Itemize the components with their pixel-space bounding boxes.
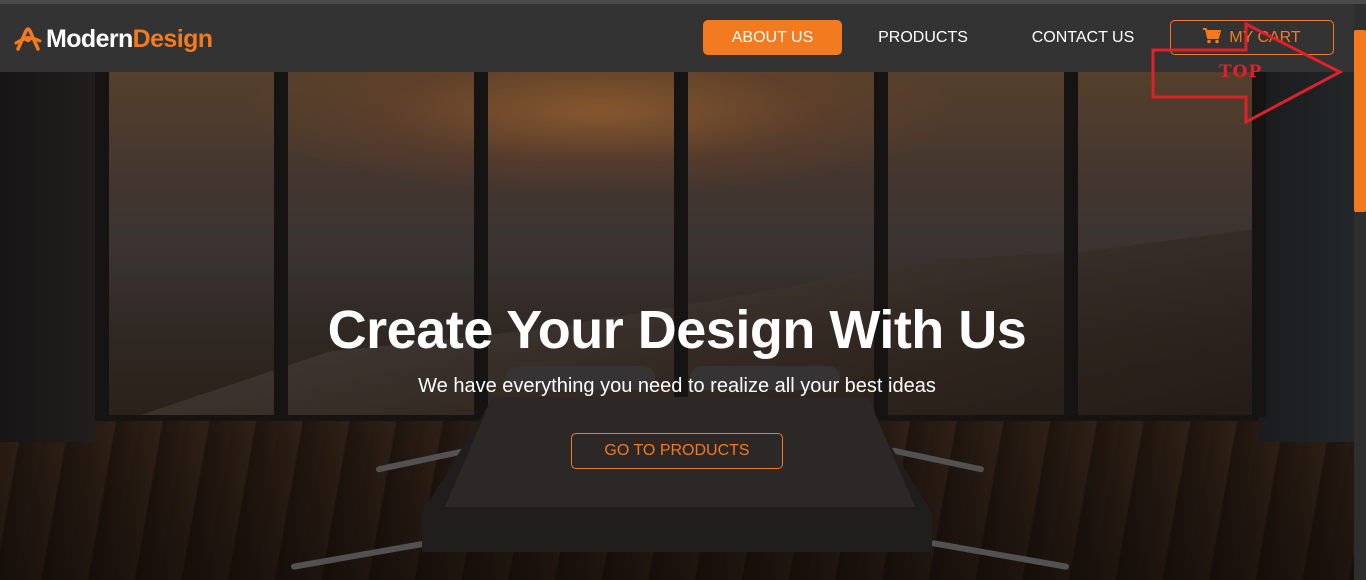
brand-name-part1: Modern bbox=[46, 25, 133, 53]
go-to-products-button[interactable]: GO TO PRODUCTS bbox=[571, 433, 783, 469]
nav-contact-us[interactable]: CONTACT US bbox=[1020, 20, 1146, 55]
logo-mark-icon bbox=[14, 27, 42, 51]
nav-products[interactable]: PRODUCTS bbox=[866, 20, 980, 55]
hero-section: Create Your Design With Us We have every… bbox=[0, 72, 1354, 580]
hero-subtitle: We have everything you need to realize a… bbox=[418, 375, 936, 397]
page-scrollbar-thumb[interactable] bbox=[1354, 30, 1366, 212]
brand-name: ModernDesign bbox=[46, 24, 213, 54]
nav-about-us[interactable]: ABOUT US bbox=[703, 20, 842, 55]
brand-name-part2: Design bbox=[132, 25, 213, 53]
top-annotation-label: TOP bbox=[1219, 62, 1263, 82]
brand-logo[interactable]: ModernDesign bbox=[14, 24, 213, 54]
hero-title: Create Your Design With Us bbox=[327, 300, 1027, 360]
